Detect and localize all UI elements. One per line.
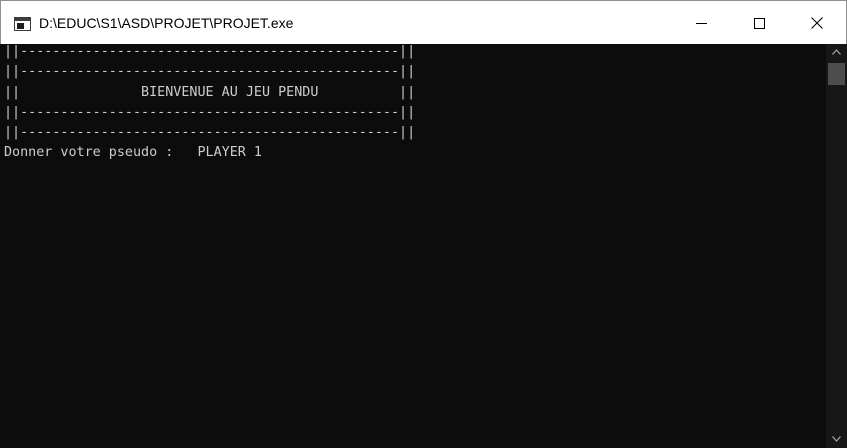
maximize-icon — [754, 18, 765, 29]
scroll-up-button[interactable] — [826, 44, 847, 61]
console-window: D:\EDUC\S1\ASD\PROJET\PROJET.exe ||-----… — [0, 0, 847, 448]
scroll-thumb[interactable] — [828, 63, 845, 85]
scroll-down-arrow-icon — [832, 436, 841, 442]
banner-border-line: ||--------------------------------------… — [4, 105, 416, 120]
close-button[interactable] — [788, 1, 846, 45]
minimize-button[interactable] — [672, 1, 730, 45]
banner-border-line: ||--------------------------------------… — [4, 64, 416, 79]
banner-border-line: ||--------------------------------------… — [4, 125, 416, 140]
maximize-button[interactable] — [730, 1, 788, 45]
banner-title-line: || BIENVENUE AU JEU PENDU || — [4, 85, 416, 100]
pseudo-prompt-line: Donner votre pseudo : PLAYER 1 — [4, 145, 262, 160]
window-title: D:\EDUC\S1\ASD\PROJET\PROJET.exe — [39, 15, 294, 31]
scroll-down-button[interactable] — [826, 430, 847, 448]
title-bar[interactable]: D:\EDUC\S1\ASD\PROJET\PROJET.exe — [0, 0, 847, 44]
console-output[interactable]: ||--------------------------------------… — [0, 44, 826, 448]
console-window-icon[interactable] — [14, 17, 31, 31]
banner-border-line: ||--------------------------------------… — [4, 44, 416, 59]
close-icon — [811, 17, 823, 29]
vertical-scrollbar[interactable] — [826, 44, 847, 448]
scroll-up-arrow-icon — [832, 49, 841, 55]
minimize-icon — [696, 23, 707, 24]
